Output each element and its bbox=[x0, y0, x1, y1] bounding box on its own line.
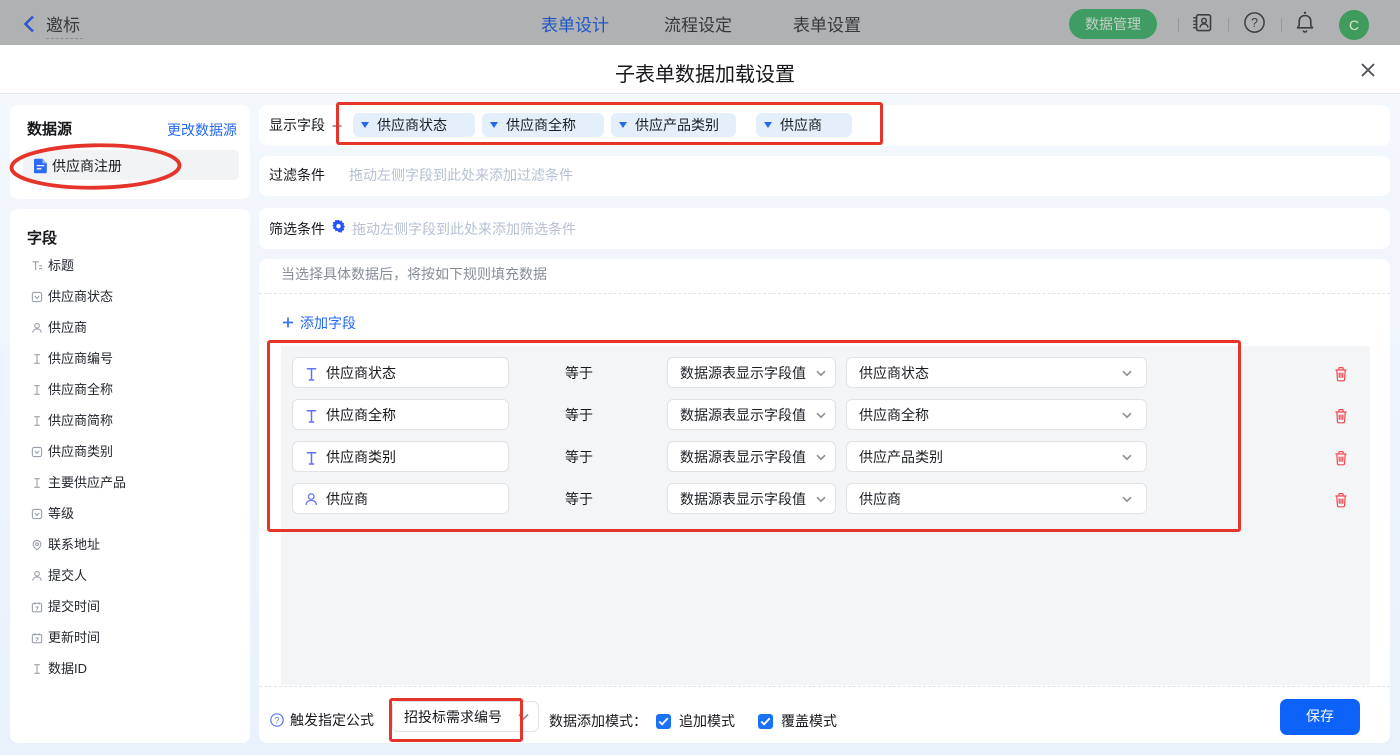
svg-text:?: ? bbox=[1251, 16, 1258, 30]
svg-text:?: ? bbox=[275, 715, 280, 725]
